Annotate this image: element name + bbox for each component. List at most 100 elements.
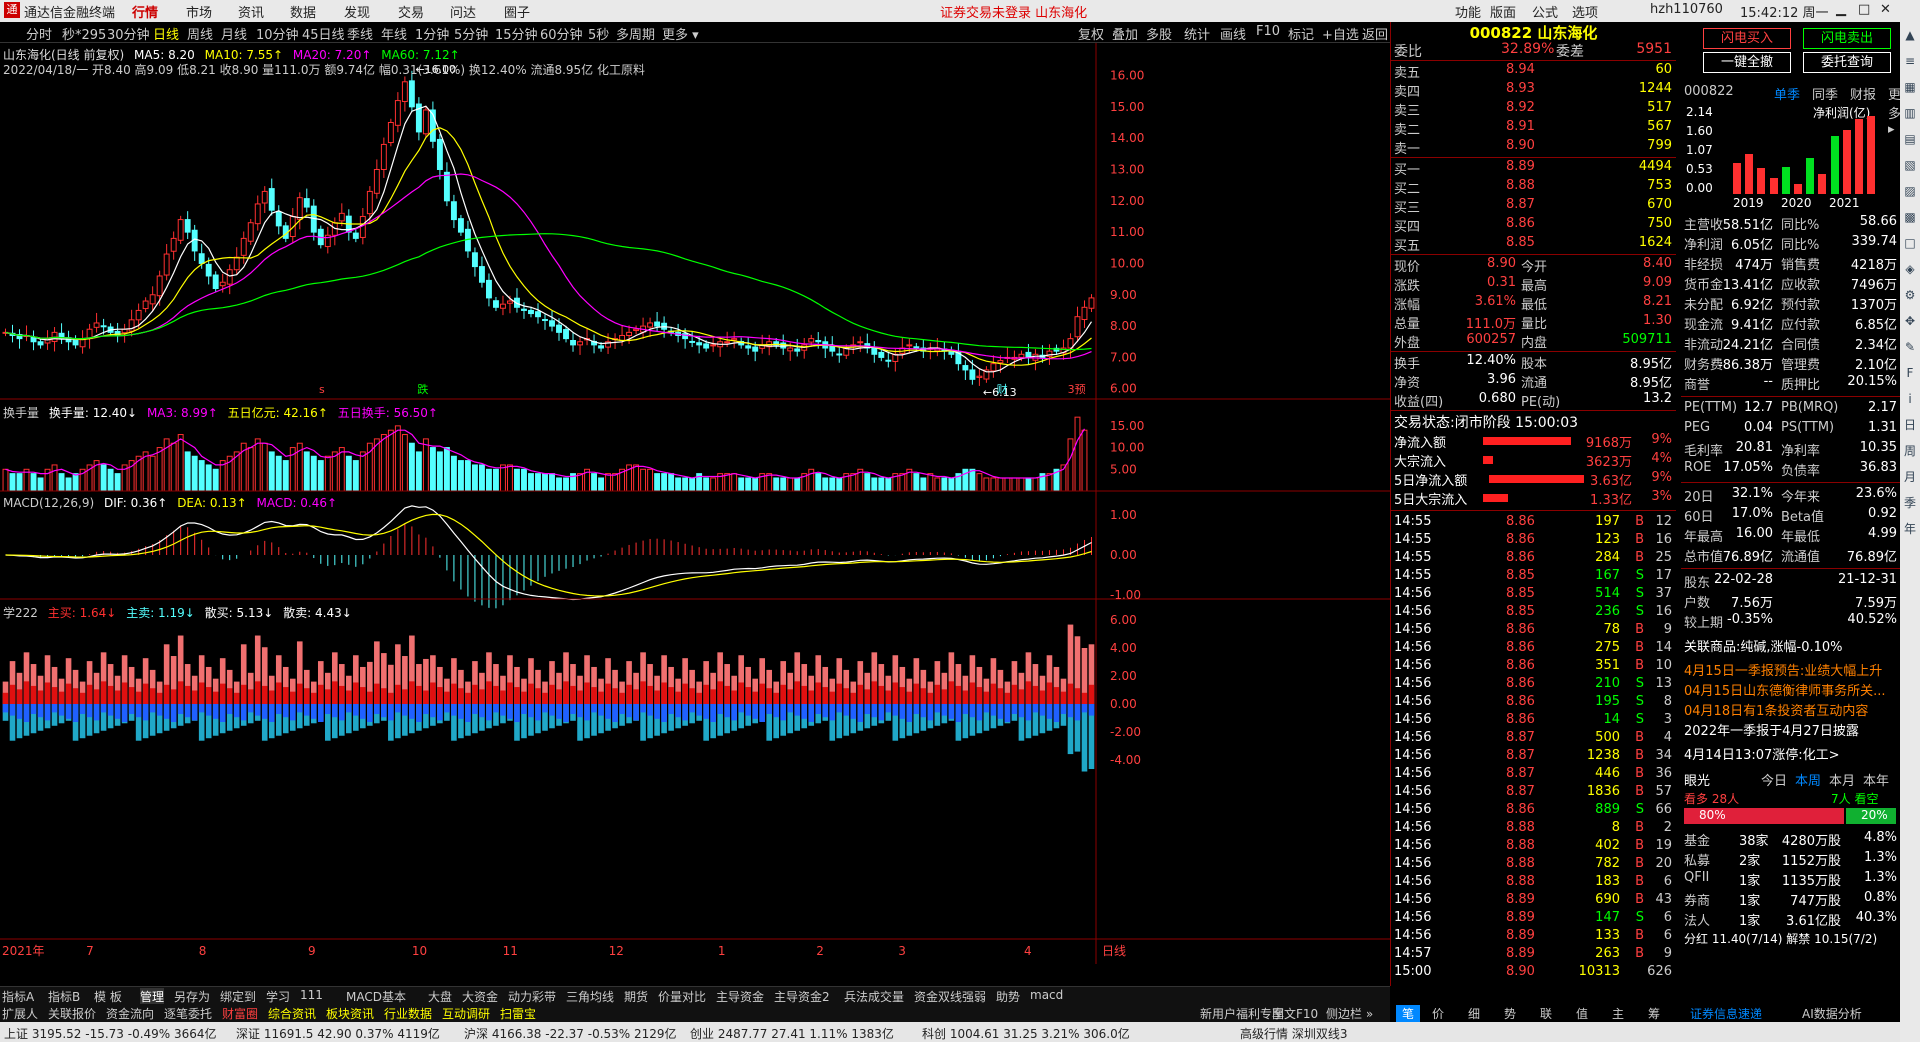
sentiment-tab[interactable]: 本年 — [1863, 770, 1889, 789]
info-tab-right[interactable]: 侧边栏 » — [1326, 1005, 1373, 1022]
indicator-tab[interactable]: 三角均线 — [566, 988, 614, 1005]
finance-tab[interactable]: 000822 — [1684, 84, 1734, 99]
indicator-tab[interactable]: MACD基本 — [346, 988, 406, 1005]
indicator-tab[interactable]: 另存为 — [174, 988, 210, 1005]
kline-chart-area[interactable]: ←16.00 ←6.13 s 跌财 3预 16.00 15.00 14.00 13.00 12.… — [0, 43, 1390, 964]
period-item[interactable]: 60分钟 — [540, 24, 583, 43]
period-item[interactable]: 季线 — [347, 24, 373, 43]
period-item[interactable]: 10分钟 — [256, 24, 299, 43]
indicator-tab[interactable]: 学习 — [266, 988, 290, 1005]
menu-item[interactable]: 市场 — [186, 2, 212, 21]
toolbar-item[interactable]: 返回 — [1362, 24, 1388, 43]
indicator-tab[interactable]: 大盘 — [428, 988, 452, 1005]
minimize-icon[interactable]: ▁ — [1836, 2, 1846, 17]
period-item[interactable]: 年线 — [381, 24, 407, 43]
sentiment-tab[interactable]: 本周 — [1795, 770, 1821, 789]
menu-item[interactable]: 选项 — [1572, 2, 1598, 21]
arrow-up-icon[interactable]: ▲ — [1900, 22, 1920, 48]
indicator-tab[interactable]: 大资金 — [462, 988, 498, 1005]
finance-tab[interactable]: 单季 — [1774, 84, 1800, 103]
info-tab[interactable]: 扫雷宝 — [500, 1005, 536, 1022]
i-icon[interactable]: i — [1900, 386, 1920, 412]
quick-trade-button[interactable]: 一键全撤 — [1703, 52, 1791, 73]
news-item[interactable]: 2022年一季报于4月27日披露 — [1684, 720, 1899, 740]
info-tab[interactable]: 资金流向 — [106, 1005, 154, 1022]
info-tab[interactable]: 财富圈 — [222, 1005, 258, 1022]
info-tab[interactable]: 行业数据 — [384, 1005, 432, 1022]
index-quote[interactable]: 创业 2487.77 27.41 1.11% 1383亿 — [690, 1025, 894, 1042]
period-item[interactable]: 秒*295 — [62, 24, 106, 43]
grid-icon[interactable]: ▦ — [1900, 74, 1920, 100]
period-item[interactable]: 5秒 — [588, 24, 609, 43]
menu-item[interactable]: 圈子 — [504, 2, 530, 21]
info-tab-right[interactable]: 图文F10 — [1272, 1005, 1318, 1022]
period-item[interactable]: 5分钟 — [454, 24, 488, 43]
news-item[interactable]: 关联商品:纯碱,涨幅-0.10% — [1684, 636, 1899, 656]
menu-item[interactable]: 问达 — [450, 2, 476, 21]
indicator-tab[interactable]: 指标A — [2, 988, 34, 1005]
indicator-tab[interactable]: 主导资金 — [716, 988, 764, 1005]
info-tab[interactable]: 综合资讯 — [268, 1005, 316, 1022]
period-item[interactable]: 月线 — [221, 24, 247, 43]
tool-icon[interactable]: ✎ — [1900, 334, 1920, 360]
index-quote[interactable]: 高级行情 深圳双线3 — [1240, 1025, 1347, 1042]
info-tab[interactable]: 逐笔委托 — [164, 1005, 212, 1022]
period-item[interactable]: 30分钟 — [107, 24, 150, 43]
period-item[interactable]: 1分钟 — [415, 24, 449, 43]
bars-icon[interactable]: ▧ — [1900, 152, 1920, 178]
indicator-tab[interactable]: 绑定到 — [220, 988, 256, 1005]
toolbar-item[interactable]: 标记 — [1288, 24, 1314, 43]
gear-icon[interactable]: ⚙ — [1900, 282, 1920, 308]
menu-item[interactable]: 资讯 — [238, 2, 264, 21]
detail-tab[interactable]: 联 — [1540, 1005, 1552, 1022]
finance-tab[interactable]: 财报 — [1850, 84, 1876, 103]
indicator-tab[interactable]: macd — [1030, 988, 1063, 1002]
detail-tab[interactable]: 价 — [1432, 1005, 1444, 1022]
menu-item[interactable]: 版面 — [1490, 2, 1516, 21]
toolbar-item[interactable]: +自选 — [1322, 24, 1359, 43]
indicator-tab[interactable]: 期货 — [624, 988, 648, 1005]
toolbar-item[interactable]: 叠加 — [1112, 24, 1138, 43]
detail-tab[interactable]: 值 — [1576, 1005, 1588, 1022]
fund-icon[interactable]: ▨ — [1900, 178, 1920, 204]
menu-item[interactable]: 行情 — [132, 2, 158, 21]
indicator-tab[interactable]: 模 板 — [94, 988, 122, 1005]
toolbar-item[interactable]: 画线 — [1220, 24, 1246, 43]
index-quote[interactable]: 深证 11691.5 42.90 0.37% 4119亿 — [236, 1025, 440, 1042]
toolbar-item[interactable]: 统计 — [1184, 24, 1210, 43]
list-icon[interactable]: ≡ — [1900, 48, 1920, 74]
window-icon[interactable]: □ — [1900, 230, 1920, 256]
info-tab[interactable]: 互动调研 — [442, 1005, 490, 1022]
close-icon[interactable]: ✕ — [1880, 2, 1891, 17]
news-item[interactable]: 4月15日一季报预告:业绩大幅上升 — [1684, 660, 1899, 680]
indicator-tab[interactable]: 指标B — [48, 988, 80, 1005]
table-icon[interactable]: ▤ — [1900, 126, 1920, 152]
layout-icon[interactable]: ▩ — [1900, 204, 1920, 230]
toolbar-item[interactable]: 多股 — [1146, 24, 1172, 43]
month-icon[interactable]: 月 — [1900, 464, 1920, 490]
period-item[interactable]: 15分钟 — [495, 24, 538, 43]
sentiment-tab[interactable]: 本月 — [1829, 770, 1855, 789]
finance-tab[interactable]: 同季 — [1812, 84, 1838, 103]
indicator-tab[interactable]: 主导资金2 — [774, 988, 830, 1005]
quick-trade-button[interactable]: 委托查询 — [1803, 52, 1891, 73]
quick-trade-button[interactable]: 闪电买入 — [1703, 28, 1791, 49]
indicator-tab[interactable]: 助势 — [996, 988, 1020, 1005]
info-link[interactable]: AI数据分析 — [1802, 1005, 1862, 1022]
menu-item[interactable]: 功能 — [1455, 2, 1481, 21]
indicator-tab[interactable]: 价量对比 — [658, 988, 706, 1005]
year-icon[interactable]: 年 — [1900, 516, 1920, 542]
sentiment-tab[interactable]: 今日 — [1761, 770, 1787, 789]
detail-tab[interactable]: 细 — [1468, 1005, 1480, 1022]
period-item[interactable]: 日线 — [153, 24, 179, 43]
toolbar-item[interactable]: F10 — [1256, 24, 1280, 39]
info-tab[interactable]: 板块资讯 — [326, 1005, 374, 1022]
index-quote[interactable]: 科创 1004.61 31.25 3.21% 306.0亿 — [922, 1025, 1130, 1042]
period-item[interactable]: 分时 — [26, 24, 52, 43]
index-quote[interactable]: 上证 3195.52 -15.73 -0.49% 3664亿 — [4, 1025, 217, 1042]
indicator-tab[interactable]: 动力彩带 — [508, 988, 556, 1005]
alert-icon[interactable]: ◈ — [1900, 256, 1920, 282]
maximize-icon[interactable]: □ — [1858, 2, 1870, 17]
quarter-icon[interactable]: 季 — [1900, 490, 1920, 516]
indicator-tab[interactable]: 兵法成交量 — [844, 988, 904, 1005]
